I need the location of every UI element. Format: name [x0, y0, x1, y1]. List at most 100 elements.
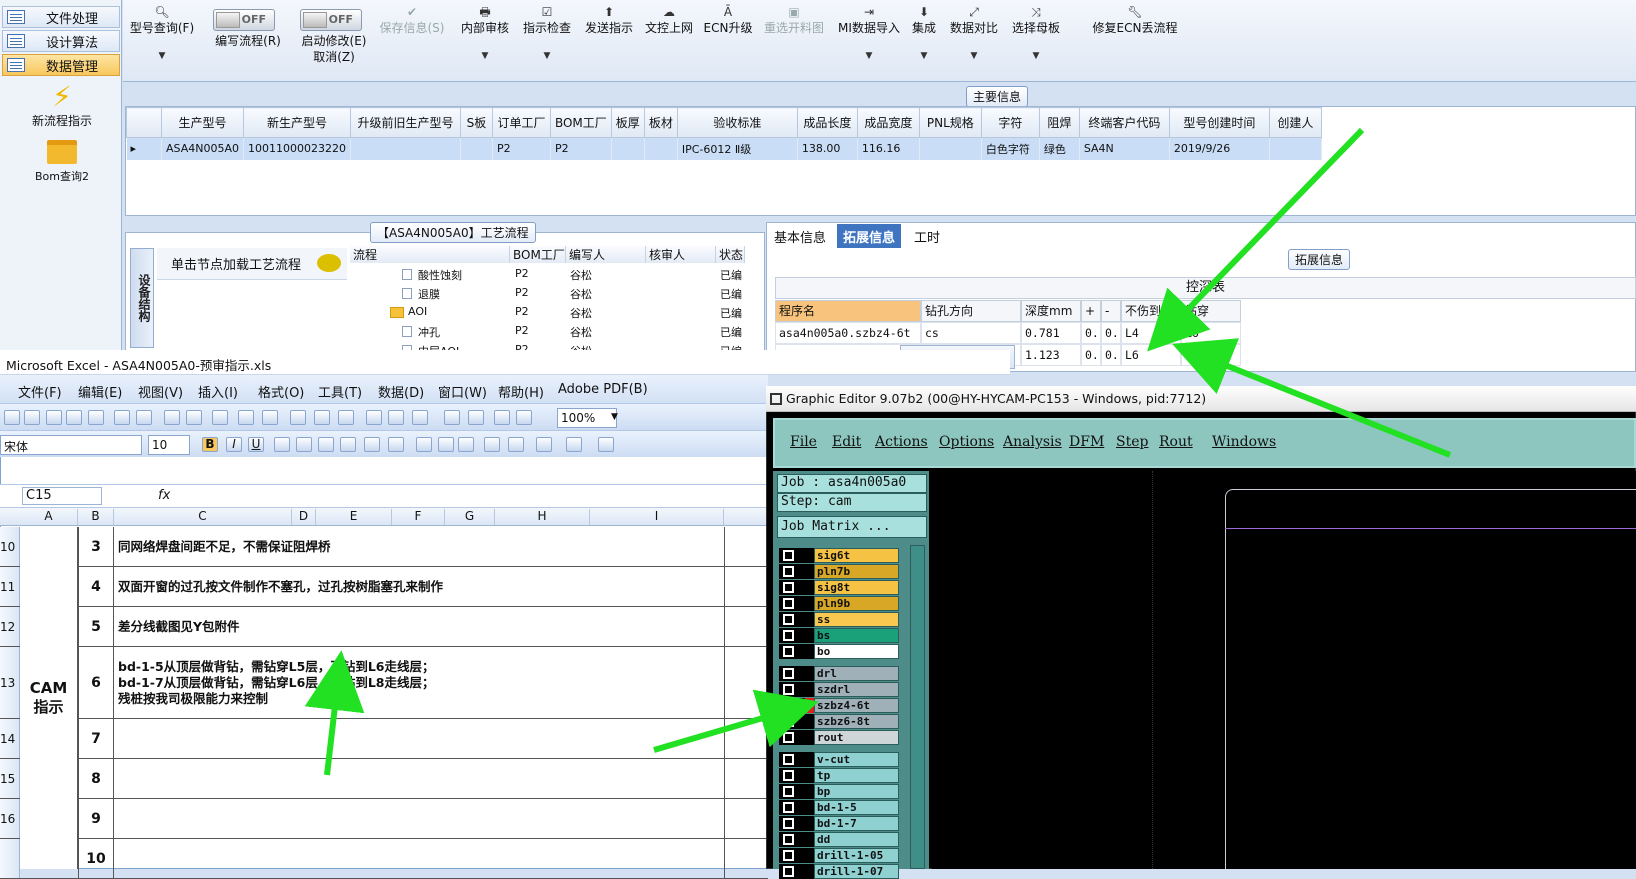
- table-cell[interactable]: 0..: [1081, 322, 1101, 344]
- toolbar-icon[interactable]: [366, 410, 382, 425]
- layer-checkbox[interactable]: [783, 614, 794, 625]
- row-number[interactable]: 13: [0, 647, 20, 718]
- column-header[interactable]: 阻焊: [1038, 107, 1080, 138]
- zoom-select[interactable]: 100%: [557, 408, 617, 428]
- toolbar-icon[interactable]: [338, 410, 354, 425]
- table-cell[interactable]: 0..: [1101, 322, 1121, 344]
- column-header[interactable]: 深度mm: [1021, 300, 1081, 322]
- format-icon[interactable]: [484, 437, 500, 452]
- instruction-cell[interactable]: bd-1-5从顶层做背钻，需钻穿L5层，不钻到L6走线层； bd-1-7从顶层做…: [118, 647, 435, 718]
- layer-checkbox[interactable]: [783, 646, 794, 657]
- layer-scrollbar[interactable]: [910, 545, 925, 869]
- layer-row[interactable]: pln7b: [779, 564, 899, 579]
- toolbar-icon[interactable]: [46, 410, 62, 425]
- layer-checkbox[interactable]: [783, 754, 794, 765]
- data-compare-button[interactable]: ⤢ 数据对比 ▼: [945, 4, 1003, 64]
- table-cell[interactable]: ASA4N005A0: [161, 137, 244, 160]
- bold-button[interactable]: B: [202, 437, 218, 452]
- cell-reference[interactable]: C15: [22, 487, 102, 505]
- table-cell[interactable]: 116.16: [857, 137, 920, 160]
- row-number[interactable]: 12: [0, 607, 20, 646]
- ge-menu-item[interactable]: Rout: [1159, 434, 1193, 450]
- instruction-cell[interactable]: 同网络焊盘间距不足，不需保证阻焊桥: [118, 527, 331, 566]
- layer-checkbox[interactable]: [783, 786, 794, 797]
- column-header[interactable]: 终端客户代码: [1078, 107, 1170, 138]
- format-icon[interactable]: [340, 437, 356, 452]
- table-cell[interactable]: 0..: [1081, 344, 1101, 366]
- ecn-upgrade-button[interactable]: Ā ECN升级: [701, 4, 755, 36]
- format-icon[interactable]: [416, 437, 432, 452]
- format-icon[interactable]: [438, 437, 454, 452]
- column-header[interactable]: 成品宽度: [856, 107, 920, 138]
- ge-menu-item[interactable]: Analysis: [1003, 434, 1062, 450]
- layer-checkbox[interactable]: [783, 732, 794, 743]
- toolbar-icon[interactable]: [164, 410, 180, 425]
- table-cell[interactable]: [1269, 137, 1322, 160]
- table-cell[interactable]: P2: [550, 137, 612, 160]
- toolbar-icon[interactable]: [412, 410, 428, 425]
- layer-checkbox[interactable]: [783, 818, 794, 829]
- column-header[interactable]: 新生产型号: [242, 107, 351, 138]
- table-cell[interactable]: 白色字符: [981, 137, 1040, 160]
- font-size-select[interactable]: 10: [148, 435, 190, 455]
- format-icon[interactable]: [508, 437, 524, 452]
- table-cell[interactable]: [611, 137, 645, 160]
- layer-row[interactable]: szdrl: [779, 682, 899, 697]
- instruction-cell[interactable]: 双面开窗的过孔按文件制作不塞孔，过孔按树脂塞孔来制作: [118, 567, 443, 606]
- format-icon[interactable]: [364, 437, 380, 452]
- column-header[interactable]: 验收标准: [676, 107, 798, 138]
- table-cell[interactable]: 0..: [1101, 344, 1121, 366]
- row-number[interactable]: [0, 839, 20, 878]
- format-icon[interactable]: [296, 437, 312, 452]
- table-cell[interactable]: 10011000023220: [243, 137, 351, 160]
- item-number-cell[interactable]: 3: [78, 527, 114, 566]
- column-header[interactable]: 型号创建时间: [1168, 107, 1270, 138]
- job-matrix-button[interactable]: Job Matrix ...: [777, 516, 927, 538]
- row-number[interactable]: 14: [0, 719, 20, 758]
- italic-button[interactable]: I: [226, 437, 242, 452]
- internal-review-button[interactable]: 🖶 内部审核 ▼: [456, 4, 514, 64]
- layer-row[interactable]: szbz4-6t: [779, 698, 899, 713]
- excel-menu-item[interactable]: 数据(D): [378, 382, 424, 401]
- column-header[interactable]: +: [1081, 300, 1101, 322]
- ge-menu-item[interactable]: DFM: [1069, 434, 1104, 450]
- table-cell[interactable]: cs: [921, 322, 1021, 344]
- format-icon[interactable]: [318, 437, 334, 452]
- item-number-cell[interactable]: 8: [78, 759, 114, 798]
- column-header[interactable]: PNL规格: [918, 107, 982, 138]
- column-header[interactable]: 钻孔方向: [921, 300, 1021, 322]
- excel-menu-item[interactable]: 视图(V): [138, 382, 183, 401]
- excel-menu-item[interactable]: 文件(F): [18, 382, 62, 401]
- toolbar-icon[interactable]: [24, 410, 40, 425]
- toolbar-icon[interactable]: [88, 410, 104, 425]
- toolbar-icon[interactable]: [314, 410, 330, 425]
- tab-extended-info[interactable]: 拓展信息: [837, 224, 902, 248]
- layer-row[interactable]: drill-1-07: [779, 864, 899, 879]
- toolbar-icon[interactable]: [494, 410, 510, 425]
- equipment-structure-tab[interactable]: 设备结构: [130, 248, 154, 348]
- excel-menu-item[interactable]: 帮助(H): [498, 382, 544, 401]
- layer-row[interactable]: drill-1-05: [779, 848, 899, 863]
- layer-checkbox[interactable]: [783, 770, 794, 781]
- row-number[interactable]: 15: [0, 759, 20, 798]
- item-number-cell[interactable]: 4: [78, 567, 114, 606]
- layer-checkbox[interactable]: [783, 566, 794, 577]
- doc-online-button[interactable]: ☁ 文控上网: [640, 4, 698, 36]
- table-cell[interactable]: L6: [1181, 322, 1241, 344]
- nav-data-management[interactable]: 数据管理: [2, 54, 120, 76]
- column-header[interactable]: 创建人: [1268, 107, 1322, 138]
- column-header-H[interactable]: H: [495, 509, 590, 525]
- reselect-cutting-button[interactable]: ▣ 重选开料图: [758, 4, 830, 36]
- format-icon[interactable]: [274, 437, 290, 452]
- layer-row[interactable]: dd: [779, 832, 899, 847]
- table-cell[interactable]: [350, 137, 461, 160]
- layer-row[interactable]: bd-1-5: [779, 800, 899, 815]
- layer-row[interactable]: szbz6-8t: [779, 714, 899, 729]
- row-number[interactable]: 10: [0, 527, 20, 566]
- tab-work-hours[interactable]: 工时: [908, 224, 946, 248]
- layer-row[interactable]: sig6t: [779, 548, 899, 563]
- item-number-cell[interactable]: 7: [78, 719, 114, 758]
- toolbar-icon[interactable]: [114, 410, 130, 425]
- layer-row[interactable]: rout: [779, 730, 899, 745]
- item-number-cell[interactable]: 9: [78, 799, 114, 838]
